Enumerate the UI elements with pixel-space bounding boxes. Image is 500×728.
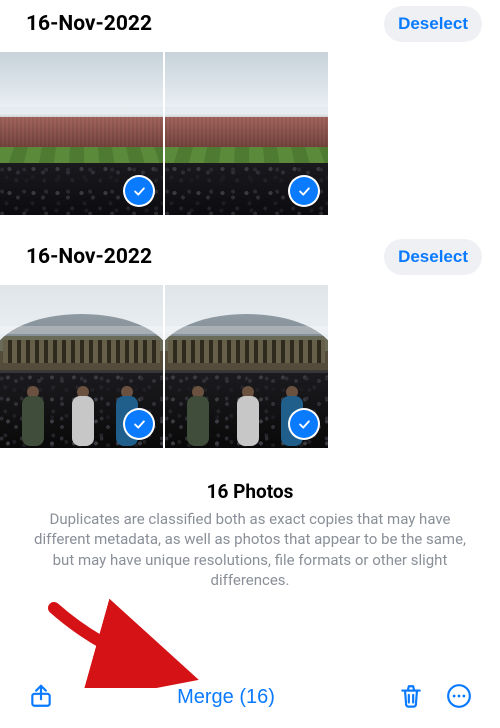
duplicate-group: 16-Nov-2022 Deselect (0, 233, 500, 448)
duplicate-group: 16-Nov-2022 Deselect (0, 0, 500, 215)
duplicates-screen: 16-Nov-2022 Deselect (0, 0, 500, 728)
photo-thumbnail[interactable] (0, 52, 163, 215)
selected-checkmark-icon (125, 410, 153, 438)
ellipsis-circle-icon (446, 683, 472, 712)
group-thumbnails (0, 52, 500, 215)
group-date: 16-Nov-2022 (26, 245, 152, 269)
selected-checkmark-icon (290, 177, 318, 205)
group-thumbnails (0, 285, 500, 448)
selected-checkmark-icon (125, 177, 153, 205)
share-button[interactable] (22, 677, 60, 718)
photo-thumbnail[interactable] (165, 52, 328, 215)
bottom-toolbar: Merge (16) (0, 666, 500, 728)
group-header: 16-Nov-2022 Deselect (0, 233, 500, 285)
photo-thumbnail[interactable] (0, 285, 163, 448)
info-section: 16 Photos Duplicates are classified both… (0, 466, 500, 596)
photo-thumbnail[interactable] (165, 285, 328, 448)
more-button[interactable] (440, 677, 478, 718)
group-header: 16-Nov-2022 Deselect (0, 0, 500, 52)
deselect-button[interactable]: Deselect (384, 239, 482, 275)
deselect-button[interactable]: Deselect (384, 6, 482, 42)
selected-checkmark-icon (290, 410, 318, 438)
duplicates-description: Duplicates are classified both as exact … (22, 509, 478, 590)
share-icon (28, 683, 54, 712)
photo-count-label: 16 Photos (22, 480, 478, 503)
delete-button[interactable] (392, 677, 430, 718)
group-date: 16-Nov-2022 (26, 12, 152, 36)
trash-icon (398, 683, 424, 712)
merge-button[interactable]: Merge (16) (167, 680, 285, 715)
